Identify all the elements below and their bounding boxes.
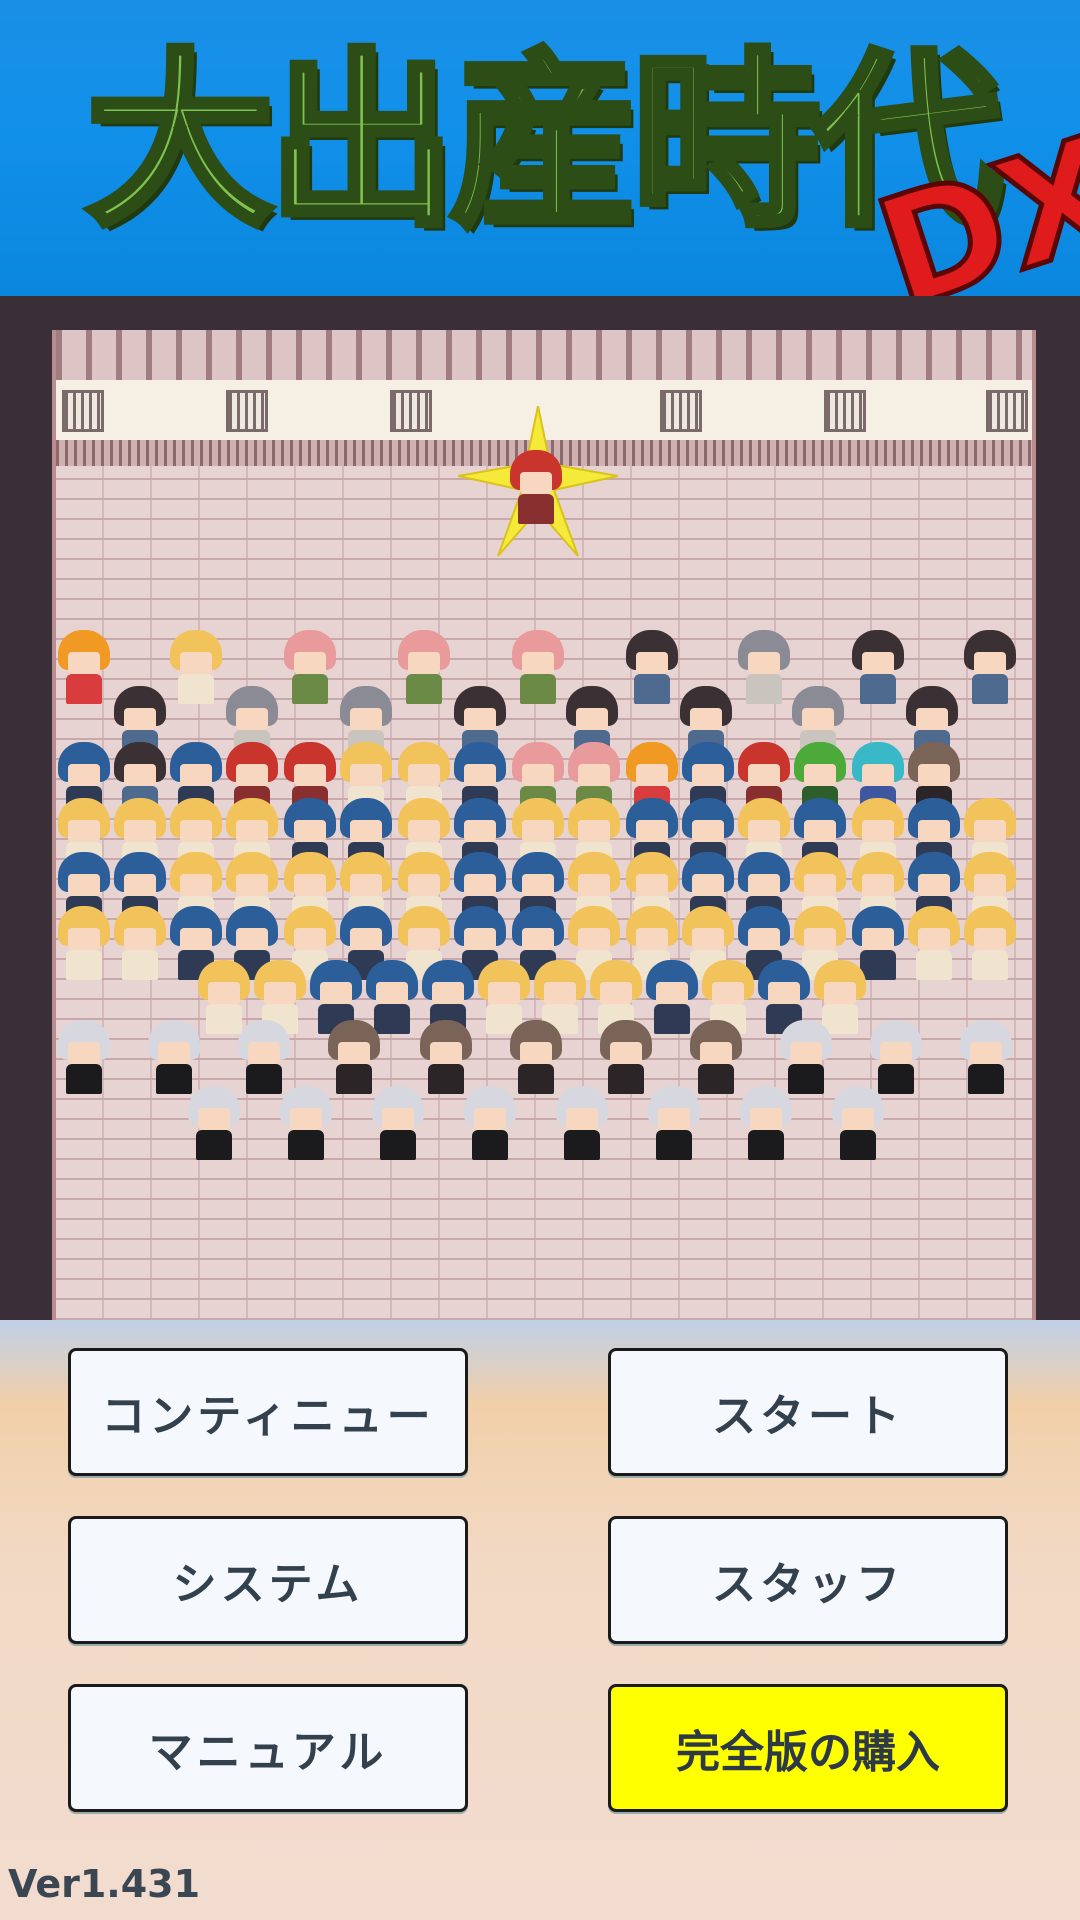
crowd-character [962,630,1018,706]
game-scene [52,330,1036,1320]
crowd-character [646,1086,702,1162]
crowd-character [186,1086,242,1162]
crowd-character [688,1020,744,1096]
crowd-character [868,1020,924,1096]
wall-window [390,390,432,432]
continue-button[interactable]: コンティニュー [68,1348,468,1476]
crowd-character [396,630,452,706]
wall-window [824,390,866,432]
purchase-full-version-button[interactable]: 完全版の購入 [608,1684,1008,1812]
crowd-character [56,630,112,706]
game-title: 大出産時代 [83,30,1006,256]
crowd-character [146,1020,202,1096]
crowd-character [508,1020,564,1096]
crowd-character [370,1086,426,1162]
crowd-character [624,630,680,706]
crowd-character [418,1020,474,1096]
crowd-character [56,906,112,982]
crowd-character [736,630,792,706]
crowd-character [850,630,906,706]
crowd-character [462,1086,518,1162]
crowd-character [56,1020,112,1096]
manual-button[interactable]: マニュアル [68,1684,468,1812]
wall-window [660,390,702,432]
crowd-character [598,1020,654,1096]
wall-window [986,390,1028,432]
system-button[interactable]: システム [68,1516,468,1644]
crowd-character [282,630,338,706]
wall-window [62,390,104,432]
crowd-character [778,1020,834,1096]
protagonist-character [508,450,564,526]
crowd-character [278,1086,334,1162]
crowd-character [962,906,1018,982]
staff-button[interactable]: スタッフ [608,1516,1008,1644]
crowd-character [906,906,962,982]
crowd-character [554,1086,610,1162]
start-button[interactable]: スタート [608,1348,1008,1476]
crowd-character [830,1086,886,1162]
crowd-character [958,1020,1014,1096]
crowd-character [510,630,566,706]
version-label: Ver1.431 [8,1862,201,1906]
crowd-character [168,630,224,706]
crowd-character [112,906,168,982]
title-banner: 大出産時代 DX [0,0,1080,296]
crowd-character [738,1086,794,1162]
crowd-character [326,1020,382,1096]
crowd-character [236,1020,292,1096]
wall-window [226,390,268,432]
